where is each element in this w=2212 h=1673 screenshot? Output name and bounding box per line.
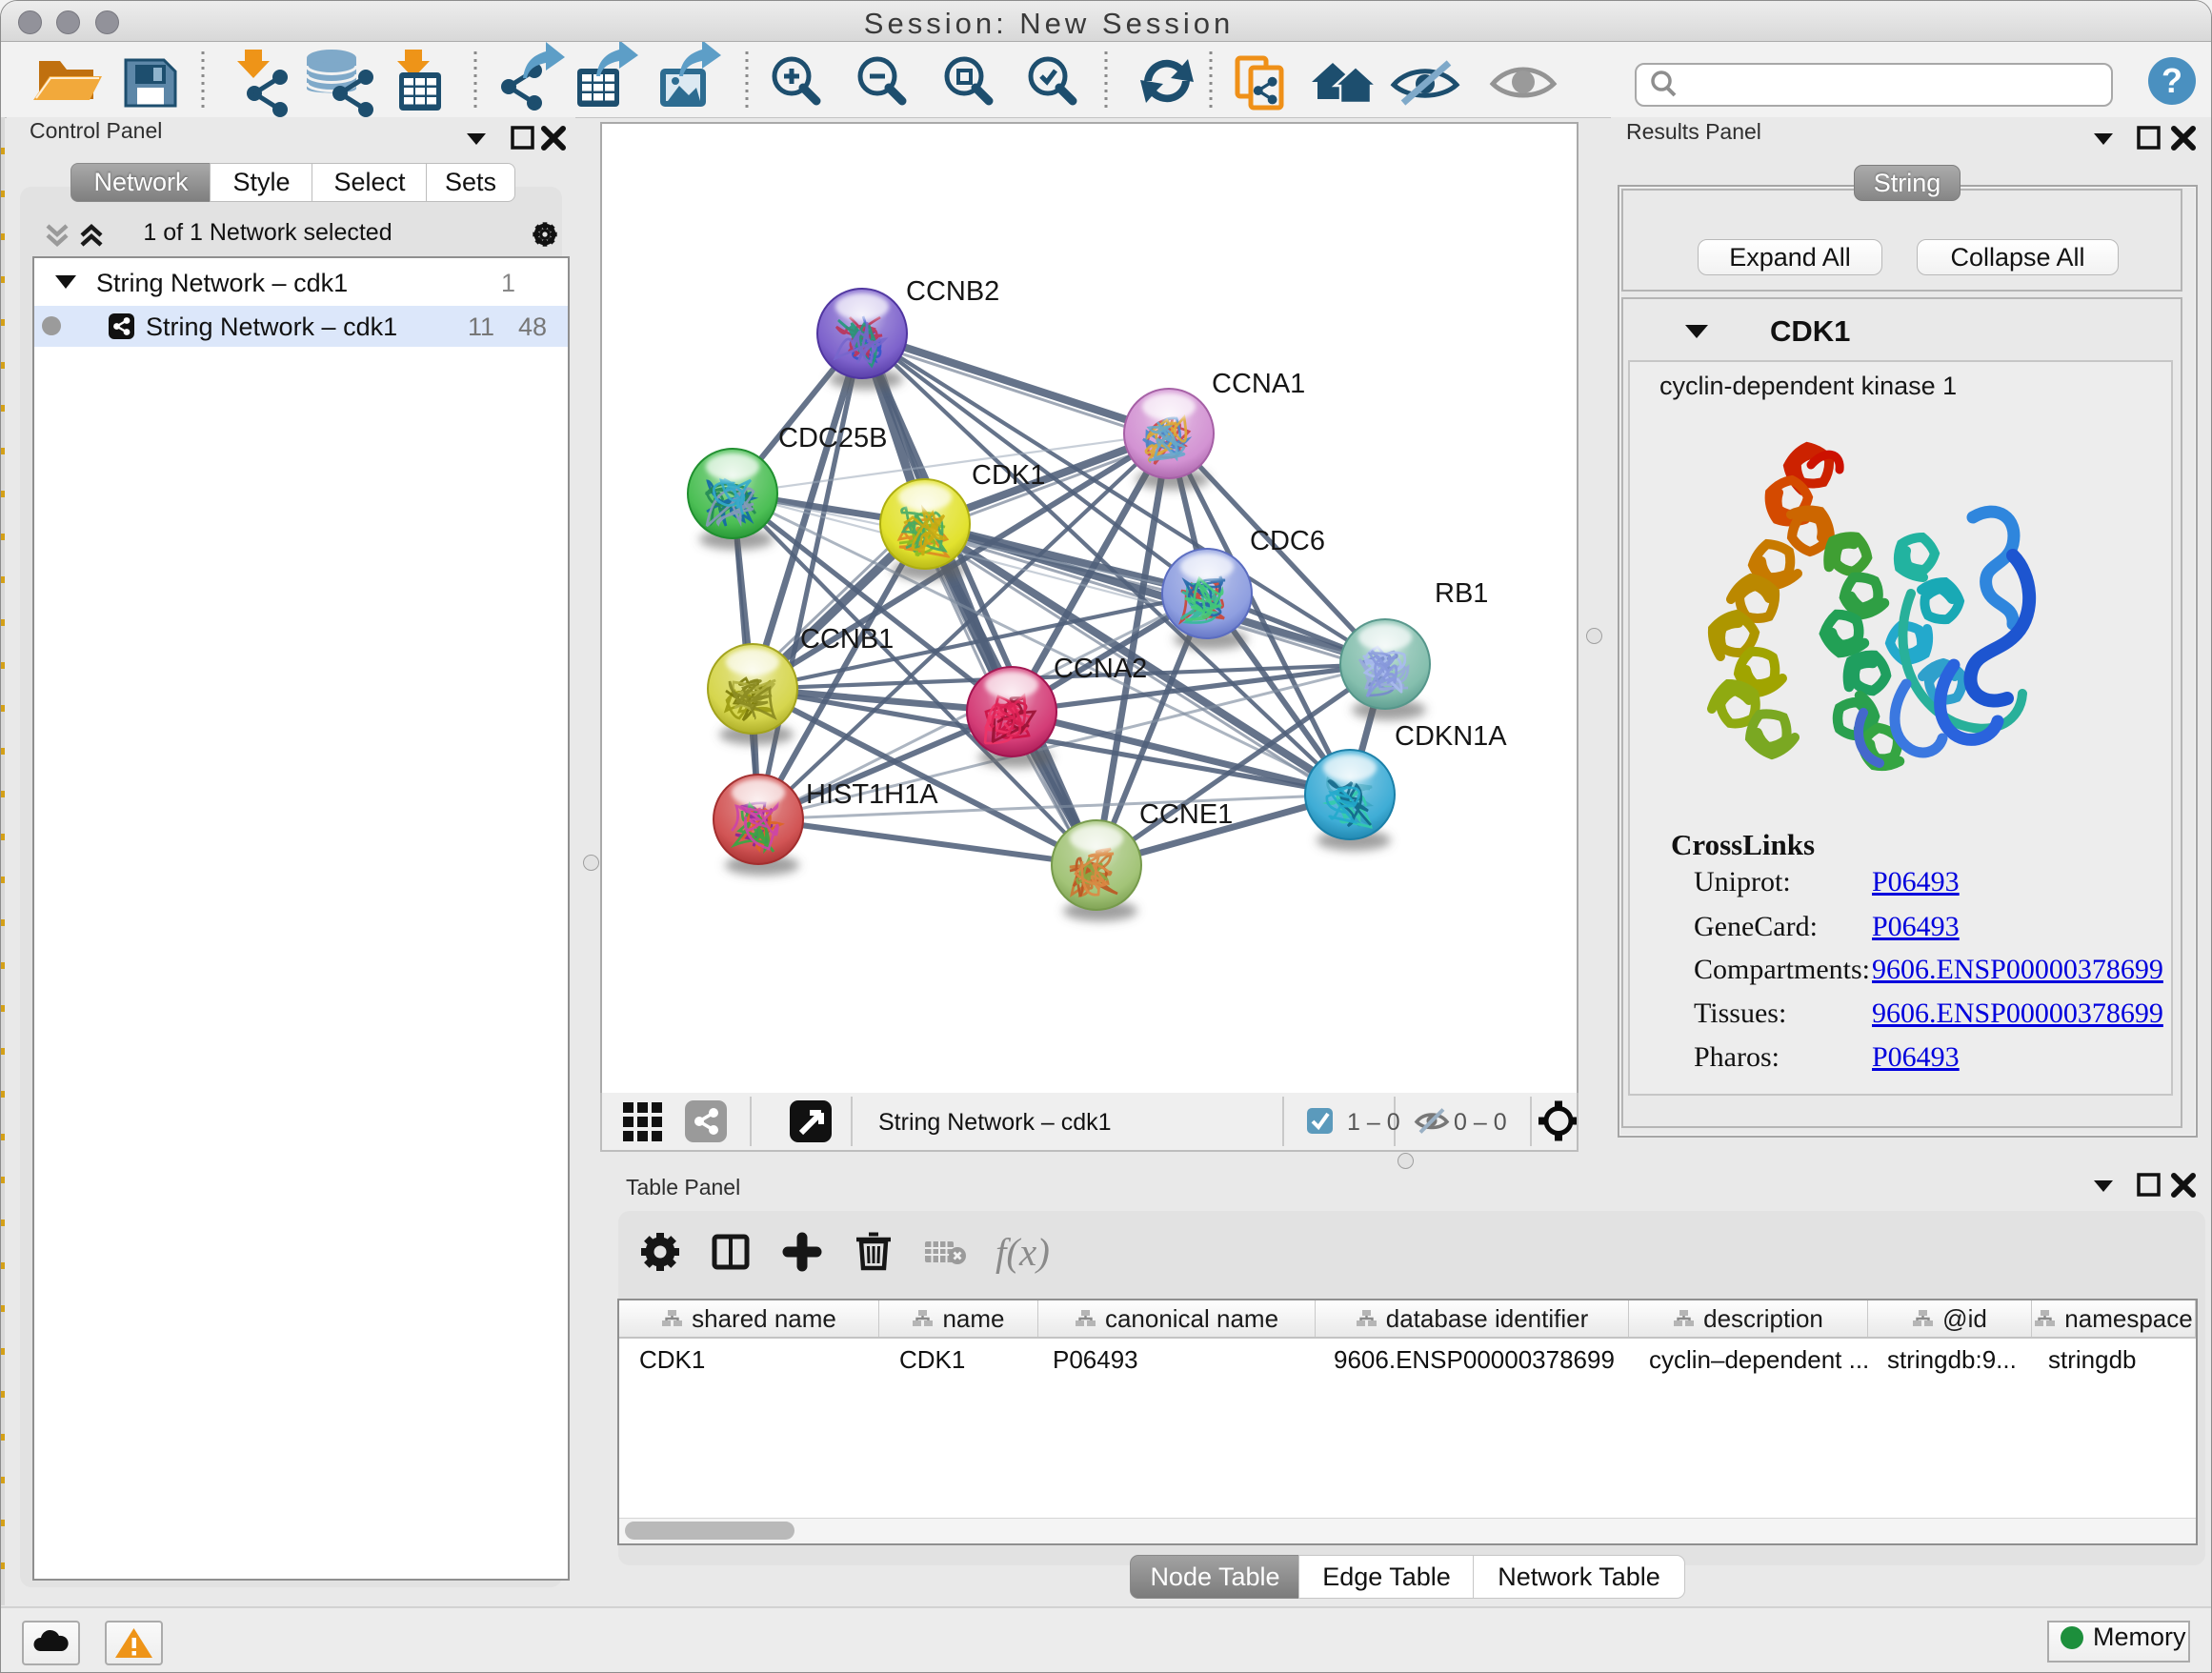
- svg-text:HIST1H1A: HIST1H1A: [806, 779, 938, 810]
- svg-text:CCNA2: CCNA2: [1054, 654, 1147, 684]
- svg-text:1 – 0: 1 – 0: [1347, 1109, 1400, 1136]
- svg-text:CDK1: CDK1: [972, 460, 1045, 491]
- svg-text:CCNB2: CCNB2: [906, 276, 999, 307]
- svg-text:RB1: RB1: [1435, 578, 1488, 609]
- svg-text:CCNE1: CCNE1: [1139, 799, 1233, 830]
- svg-text:CCNA1: CCNA1: [1212, 369, 1305, 399]
- svg-text:CCNB1: CCNB1: [800, 624, 894, 655]
- svg-text:0 – 0: 0 – 0: [1454, 1109, 1507, 1136]
- svg-text:f(x): f(x): [995, 1230, 1050, 1274]
- svg-text:?: ?: [2162, 61, 2182, 100]
- svg-text:CDC25B: CDC25B: [778, 423, 887, 454]
- svg-text:CDC6: CDC6: [1250, 526, 1325, 556]
- svg-text:CDKN1A: CDKN1A: [1395, 721, 1507, 752]
- svg-text:String Network – cdk1: String Network – cdk1: [878, 1109, 1112, 1136]
